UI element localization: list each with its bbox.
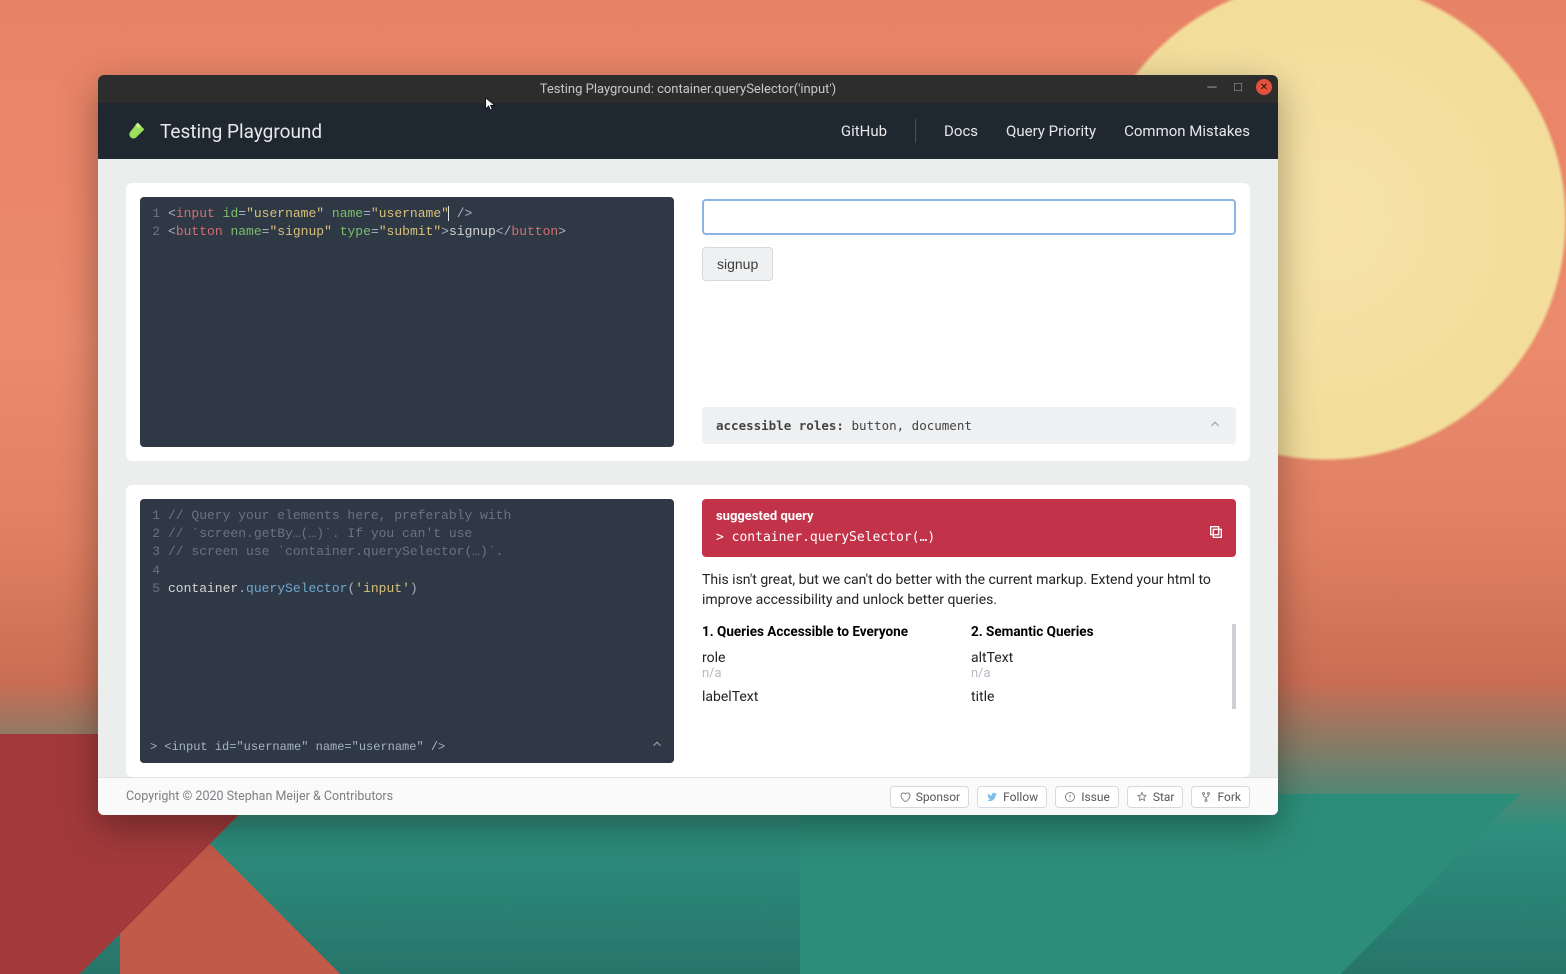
- nav-separator: [915, 119, 916, 143]
- line-number: 1: [140, 205, 168, 223]
- line-content: <input id="username" name="username" />: [168, 205, 472, 223]
- brand[interactable]: Testing Playground: [126, 120, 322, 143]
- close-icon[interactable]: ✕: [1256, 79, 1272, 95]
- line-content: // screen use `container.querySelector(……: [168, 543, 503, 561]
- issue-button[interactable]: Issue: [1055, 786, 1119, 808]
- sponsor-button[interactable]: Sponsor: [890, 786, 969, 808]
- code-line[interactable]: 3// screen use `container.querySelector(…: [140, 543, 674, 561]
- row-markup: 1<input id="username" name="username" />…: [126, 183, 1250, 461]
- footer-actions: Sponsor Follow Issue Star Fork: [890, 786, 1250, 808]
- code-line[interactable]: 4: [140, 562, 674, 580]
- line-number: 3: [140, 543, 168, 561]
- line-number: 1: [140, 507, 168, 525]
- query-item-title[interactable]: title: [971, 685, 1222, 709]
- status-element: <input id="username" name="username" />: [164, 740, 445, 754]
- result-explain: This isn't great, but we can't do better…: [702, 571, 1236, 610]
- row-query: 1// Query your elements here, preferably…: [126, 485, 1250, 777]
- preview-panel: signup accessible roles: button, documen…: [702, 197, 1236, 447]
- preview-username-input[interactable]: [702, 199, 1236, 235]
- nav-links: GitHub Docs Query Priority Common Mistak…: [841, 119, 1250, 143]
- brand-title: Testing Playground: [160, 120, 322, 143]
- queries-group1-title: 1. Queries Accessible to Everyone: [702, 624, 953, 640]
- chevron-up-icon[interactable]: [1208, 417, 1222, 434]
- star-button[interactable]: Star: [1127, 786, 1184, 808]
- suggested-query-box: suggested query > container.querySelecto…: [702, 499, 1236, 557]
- content: 1<input id="username" name="username" />…: [98, 159, 1278, 777]
- nav-common-mistakes[interactable]: Common Mistakes: [1124, 122, 1250, 140]
- line-content: <button name="signup" type="submit">sign…: [168, 223, 566, 241]
- roles-value: button, document: [844, 418, 972, 433]
- test-tube-icon: [126, 121, 146, 141]
- footer-copyright: Copyright © 2020 Stephan Meijer & Contri…: [126, 789, 393, 804]
- suggested-query-title: suggested query: [716, 509, 1222, 524]
- status-prompt: >: [150, 740, 164, 754]
- code-line[interactable]: 2<button name="signup" type="submit">sig…: [140, 223, 674, 241]
- footer: Copyright © 2020 Stephan Meijer & Contri…: [98, 777, 1278, 815]
- query-item-role[interactable]: role n/a: [702, 646, 953, 685]
- code-line[interactable]: 5container.querySelector('input'): [140, 580, 674, 598]
- twitter-icon: [986, 791, 998, 803]
- line-content: container.querySelector('input'): [168, 580, 418, 598]
- preview-stage: signup: [702, 197, 1236, 395]
- fork-button[interactable]: Fork: [1191, 786, 1250, 808]
- query-item-labeltext[interactable]: labelText: [702, 685, 953, 709]
- star-icon: [1136, 791, 1148, 803]
- titlebar[interactable]: Testing Playground: container.querySelec…: [98, 75, 1278, 103]
- window-title: Testing Playground: container.querySelec…: [540, 82, 836, 97]
- suggested-query-code: > container.querySelector(…): [716, 530, 1222, 545]
- query-item-alttext[interactable]: altText n/a: [971, 646, 1222, 685]
- follow-button[interactable]: Follow: [977, 786, 1047, 808]
- html-editor[interactable]: 1<input id="username" name="username" />…: [140, 197, 674, 447]
- roles-label: accessible roles:: [716, 418, 844, 433]
- queries-grid[interactable]: 1. Queries Accessible to Everyone role n…: [702, 624, 1236, 709]
- result-panel: suggested query > container.querySelecto…: [702, 499, 1236, 763]
- line-number: 5: [140, 580, 168, 598]
- app-header: Testing Playground GitHub Docs Query Pri…: [98, 103, 1278, 159]
- queries-group2-title: 2. Semantic Queries: [971, 624, 1222, 640]
- chevron-up-icon[interactable]: [650, 737, 664, 757]
- query-editor[interactable]: 1// Query your elements here, preferably…: [140, 499, 674, 763]
- nav-query-priority[interactable]: Query Priority: [1006, 122, 1096, 140]
- fork-icon: [1200, 791, 1212, 803]
- minimize-icon[interactable]: ─: [1204, 79, 1220, 95]
- app-window: Testing Playground: container.querySelec…: [98, 75, 1278, 815]
- line-number: 2: [140, 223, 168, 241]
- line-content: // Query your elements here, preferably …: [168, 507, 511, 525]
- maximize-icon[interactable]: □: [1230, 79, 1246, 95]
- nav-github[interactable]: GitHub: [841, 122, 887, 140]
- line-number: 4: [140, 562, 168, 580]
- code-line[interactable]: 1// Query your elements here, preferably…: [140, 507, 674, 525]
- nav-docs[interactable]: Docs: [944, 122, 978, 140]
- query-editor-status: > <input id="username" name="username" /…: [140, 731, 674, 763]
- preview-signup-button[interactable]: signup: [702, 247, 773, 281]
- issue-icon: [1064, 791, 1076, 803]
- line-number: 2: [140, 525, 168, 543]
- code-line[interactable]: 1<input id="username" name="username" />: [140, 205, 674, 223]
- line-content: // `screen.getBy…(…)`. If you can't use: [168, 525, 472, 543]
- copy-icon[interactable]: [1208, 524, 1224, 544]
- accessible-roles-bar: accessible roles: button, document: [702, 407, 1236, 444]
- heart-icon: [899, 791, 911, 803]
- code-line[interactable]: 2// `screen.getBy…(…)`. If you can't use: [140, 525, 674, 543]
